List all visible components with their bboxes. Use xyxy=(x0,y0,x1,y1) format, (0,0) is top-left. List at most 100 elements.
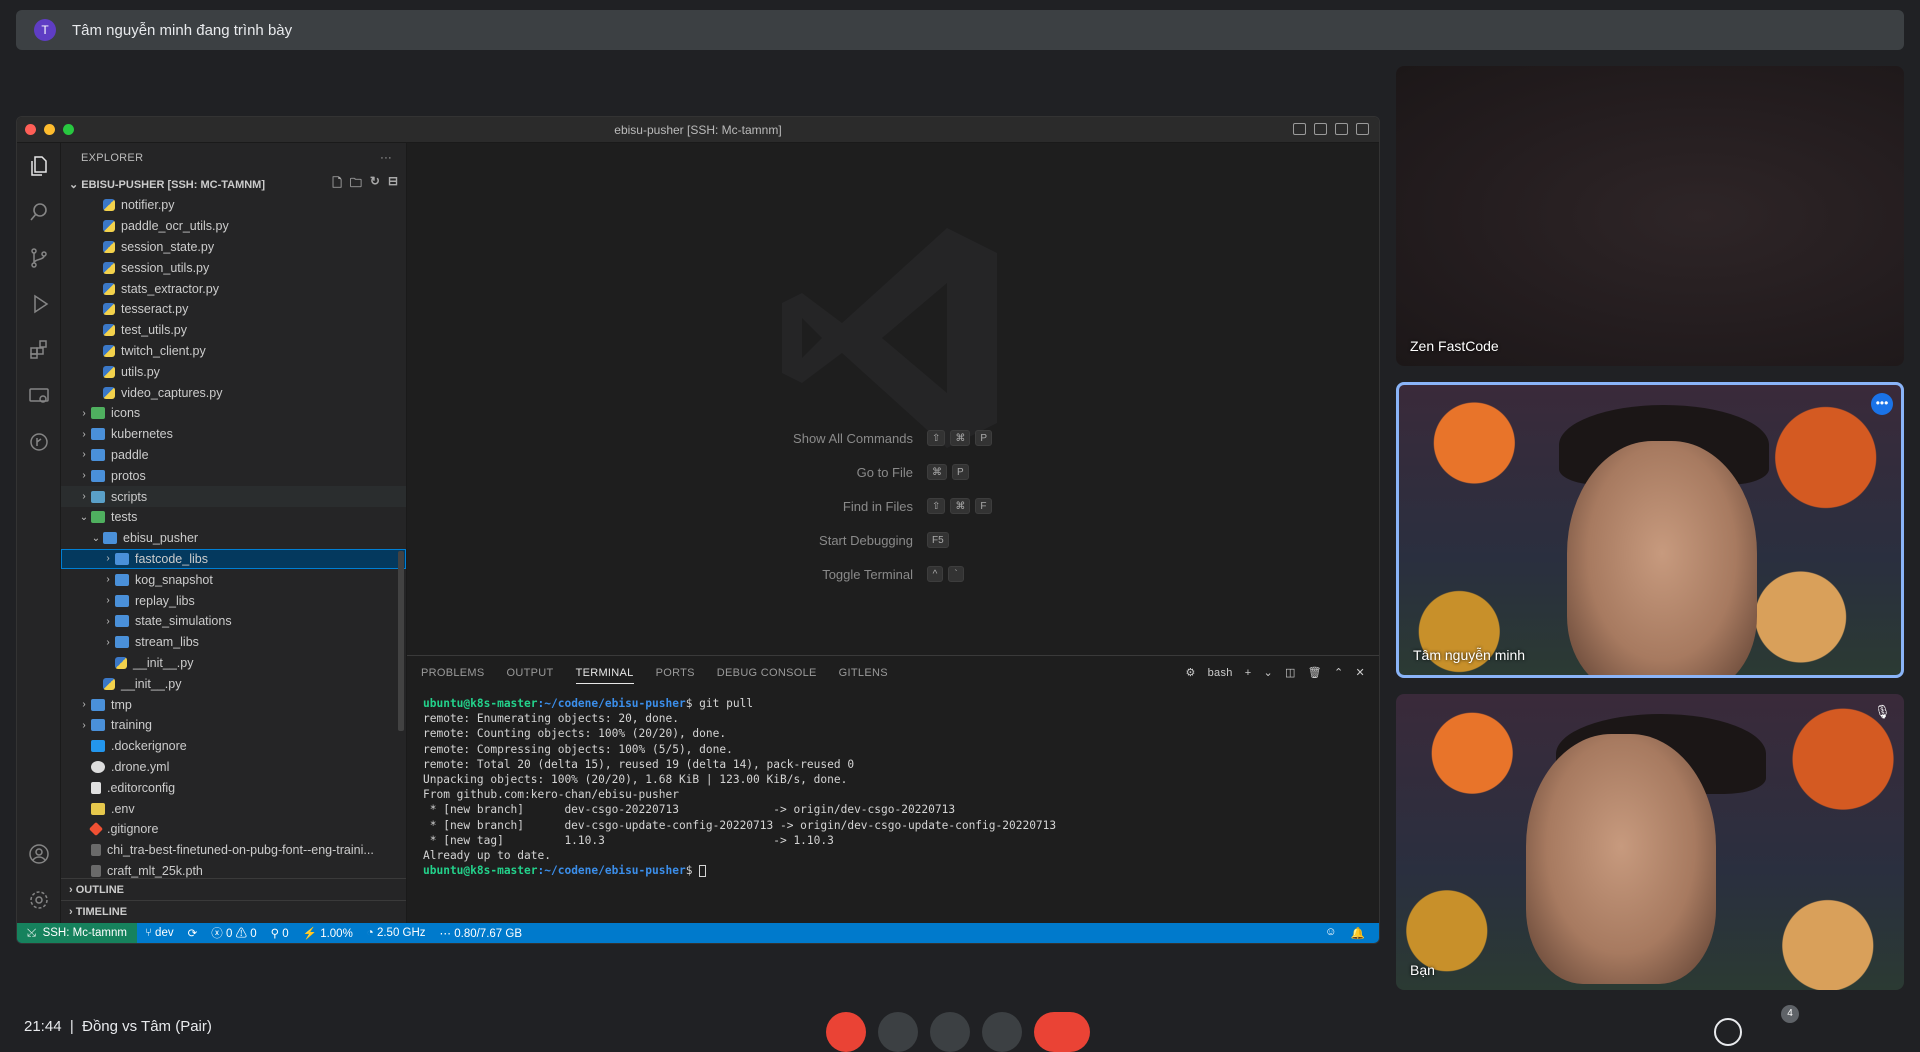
tree-file[interactable]: utils.py xyxy=(61,361,406,382)
sync-icon[interactable]: ⟳ xyxy=(188,926,198,940)
tree-folder[interactable]: › training xyxy=(61,715,406,736)
shortcut-row[interactable]: Start Debugging F5 xyxy=(587,523,1187,557)
customize-layout-icon[interactable] xyxy=(1356,123,1369,135)
tree-file[interactable]: __init__.py xyxy=(61,673,406,694)
terminal-shell-name[interactable]: bash xyxy=(1208,667,1233,679)
tree-folder[interactable]: › fastcode_libs xyxy=(61,548,406,570)
tree-file[interactable]: .gitignore xyxy=(61,819,406,840)
tree-folder[interactable]: › replay_libs xyxy=(61,590,406,611)
file-tree: notifier.py paddle_ocr_utils.py session_st… xyxy=(61,195,406,895)
camera-toggle-button[interactable] xyxy=(878,1012,918,1052)
tree-file[interactable]: video_captures.py xyxy=(61,382,406,403)
terminal-output[interactable]: ubuntu@k8s-master:~/codene/ebisu-pusher$… xyxy=(407,690,1379,884)
manage-gear-icon[interactable] xyxy=(17,877,61,923)
problems-indicator[interactable]: ⓧ 0 ⚠ 0 xyxy=(211,925,256,941)
shortcut-row[interactable]: Toggle Terminal ^ ` xyxy=(587,557,1187,591)
folder-icon xyxy=(91,448,105,461)
participant-tile-active[interactable]: ••• Tâm nguyễn minh xyxy=(1396,382,1904,678)
shortcut-row[interactable]: Go to File ⌘ P xyxy=(587,455,1187,489)
tree-file[interactable]: .dockerignore xyxy=(61,736,406,757)
new-terminal-icon[interactable]: + xyxy=(1245,667,1252,679)
tree-folder[interactable]: ⌄ tests xyxy=(61,507,406,528)
mem-indicator[interactable]: ⋯ 0.80/7.67 GB xyxy=(440,926,522,940)
tree-file[interactable]: paddle_ocr_utils.py xyxy=(61,216,406,237)
tree-file[interactable]: twitch_client.py xyxy=(61,341,406,362)
toggle-panel-icon[interactable] xyxy=(1314,123,1327,135)
keycap: P xyxy=(952,464,969,480)
tree-folder[interactable]: › protos xyxy=(61,465,406,486)
tree-folder[interactable]: › icons xyxy=(61,403,406,424)
close-panel-icon[interactable]: ✕ xyxy=(1355,666,1365,679)
participant-tile-self[interactable]: 🎙 Bạn xyxy=(1396,694,1904,990)
gitlens-icon[interactable] xyxy=(17,419,61,465)
maximize-panel-icon[interactable]: ⌃ xyxy=(1334,666,1344,679)
chat-icon[interactable] xyxy=(1816,1018,1844,1046)
workspace-section-header[interactable]: ⌄ EBISU-PUSHER [SSH: MC-TAMNM] 🗋 🗀 ↻ ⊟ xyxy=(61,173,406,195)
toggle-secondary-sidebar-icon[interactable] xyxy=(1335,123,1348,135)
cpu-indicator[interactable]: ⚡ 1.00% xyxy=(303,926,353,940)
tree-folder[interactable]: ⌄ ebisu_pusher xyxy=(61,528,406,549)
end-call-button[interactable] xyxy=(1034,1012,1090,1052)
timeline-section[interactable]: › TIMELINE xyxy=(61,901,406,923)
tree-folder[interactable]: › kubernetes xyxy=(61,424,406,445)
tree-file[interactable]: session_utils.py xyxy=(61,257,406,278)
new-file-icon[interactable]: 🗋 xyxy=(332,174,342,195)
refresh-icon[interactable]: ↻ xyxy=(370,174,380,195)
tree-folder[interactable]: › tmp xyxy=(61,694,406,715)
info-icon[interactable] xyxy=(1714,1018,1742,1046)
panel-tab[interactable]: GITLENS xyxy=(839,667,888,679)
tree-file[interactable]: .editorconfig xyxy=(61,777,406,798)
terminal-dropdown-icon[interactable]: ⌄ xyxy=(1263,666,1273,679)
panel-tab[interactable]: DEBUG CONSOLE xyxy=(717,667,817,679)
panel-tab[interactable]: PORTS xyxy=(656,667,695,679)
tree-folder[interactable]: › paddle xyxy=(61,445,406,466)
explorer-icon[interactable] xyxy=(17,143,61,189)
tree-file[interactable]: tesseract.py xyxy=(61,299,406,320)
explorer-more-icon[interactable]: ··· xyxy=(380,152,392,164)
tree-file[interactable]: .drone.yml xyxy=(61,757,406,778)
outline-section[interactable]: › OUTLINE xyxy=(61,879,406,901)
remote-indicator[interactable]: ⤩ SSH: Mc-tamnm xyxy=(17,923,137,943)
split-terminal-icon[interactable]: ◫ xyxy=(1285,666,1296,679)
more-options-button[interactable] xyxy=(982,1012,1022,1052)
py-icon xyxy=(103,324,115,337)
tree-file[interactable]: notifier.py xyxy=(61,195,406,216)
participant-tile[interactable]: Zen FastCode xyxy=(1396,66,1904,366)
mic-toggle-button[interactable] xyxy=(826,1012,866,1052)
errors-count: 0 xyxy=(225,928,233,940)
activities-icon[interactable] xyxy=(1864,1018,1892,1046)
tree-file[interactable]: session_state.py xyxy=(61,237,406,258)
panel-tab[interactable]: TERMINAL xyxy=(575,667,634,684)
shortcut-row[interactable]: Show All Commands ⇧ ⌘ P xyxy=(587,421,1187,455)
panel-tab[interactable]: OUTPUT xyxy=(507,667,554,679)
tree-file[interactable]: __init__.py xyxy=(61,653,406,674)
more-options-icon[interactable]: ••• xyxy=(1871,393,1893,415)
source-control-icon[interactable] xyxy=(17,235,61,281)
freq-indicator[interactable]: ◔ 2.50 GHz xyxy=(367,927,426,939)
present-button[interactable] xyxy=(930,1012,970,1052)
collapse-all-icon[interactable]: ⊟ xyxy=(388,174,398,195)
tree-folder[interactable]: › kog_snapshot xyxy=(61,569,406,590)
tree-file[interactable]: stats_extractor.py xyxy=(61,278,406,299)
ports-indicator[interactable]: ⚲ 0 xyxy=(271,926,289,940)
tree-file[interactable]: chi_tra-best-finetuned-on-pubg-font--eng… xyxy=(61,840,406,861)
search-icon[interactable] xyxy=(17,189,61,235)
run-debug-icon[interactable] xyxy=(17,281,61,327)
shortcut-row[interactable]: Find in Files ⇧ ⌘ F xyxy=(587,489,1187,523)
extensions-icon[interactable] xyxy=(17,327,61,373)
toggle-primary-sidebar-icon[interactable] xyxy=(1293,123,1306,135)
tree-folder[interactable]: › scripts xyxy=(61,486,406,507)
tree-file[interactable]: .env xyxy=(61,798,406,819)
panel-tab[interactable]: PROBLEMS xyxy=(421,667,485,679)
feedback-icon[interactable]: ☺ xyxy=(1325,926,1337,940)
remote-explorer-icon[interactable] xyxy=(17,373,61,419)
accounts-icon[interactable] xyxy=(17,831,61,877)
new-folder-icon[interactable]: 🗀 xyxy=(350,174,362,195)
notifications-bell-icon[interactable]: 🔔 xyxy=(1351,926,1365,940)
tree-folder[interactable]: › state_simulations xyxy=(61,611,406,632)
kill-terminal-icon[interactable]: 🗑 xyxy=(1308,666,1322,679)
tree-folder[interactable]: › stream_libs xyxy=(61,632,406,653)
branch-indicator[interactable]: ⑂ dev xyxy=(145,927,174,939)
tree-file[interactable]: test_utils.py xyxy=(61,320,406,341)
tree-scrollbar[interactable] xyxy=(398,551,404,731)
